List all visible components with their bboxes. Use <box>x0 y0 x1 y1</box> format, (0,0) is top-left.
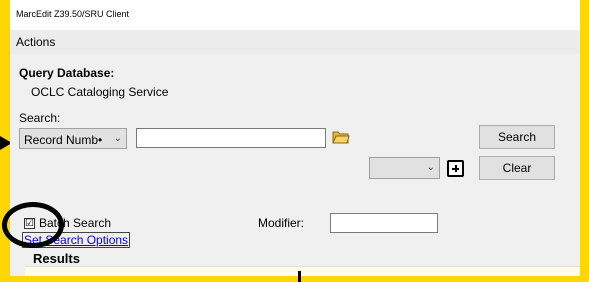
search-field-select[interactable]: Record Numb• ⌄ <box>19 128 127 149</box>
qualifier-select[interactable]: ⌄ <box>369 157 440 179</box>
window-title: MarcEdit Z39.50/SRU Client <box>16 9 130 19</box>
batch-search-label: Batch Search <box>39 216 112 230</box>
set-search-options-link[interactable]: Set Search Options <box>22 232 131 248</box>
search-button-label: Search <box>497 130 537 144</box>
menu-bar: Actions <box>10 30 580 54</box>
clear-button[interactable]: Clear <box>479 156 555 180</box>
search-label: Search: <box>19 111 61 125</box>
database-name: OCLC Cataloging Service <box>31 85 169 99</box>
search-input[interactable] <box>136 128 326 148</box>
menu-item-actions[interactable]: Actions <box>16 35 55 49</box>
batch-search-checkbox[interactable]: ☑ <box>24 218 35 229</box>
results-panel: Results <box>25 250 580 276</box>
chevron-down-icon: ⌄ <box>113 133 122 144</box>
results-header: Results <box>25 250 580 267</box>
overlay-marker-line <box>298 271 301 282</box>
add-field-icon[interactable] <box>447 160 464 177</box>
search-field-value: Record Numb• <box>24 133 103 147</box>
title-bar: MarcEdit Z39.50/SRU Client <box>10 0 580 30</box>
modifier-label: Modifier: <box>258 216 305 230</box>
results-heading: Results <box>33 251 80 266</box>
modifier-input[interactable] <box>330 213 438 233</box>
folder-icon[interactable] <box>332 129 350 145</box>
clear-button-label: Clear <box>502 161 532 175</box>
query-database-heading: Query Database: <box>19 66 115 80</box>
chevron-down-icon: ⌄ <box>426 162 435 173</box>
client-window: MarcEdit Z39.50/SRU Client Actions Query… <box>10 0 580 276</box>
search-button[interactable]: Search <box>479 125 555 149</box>
